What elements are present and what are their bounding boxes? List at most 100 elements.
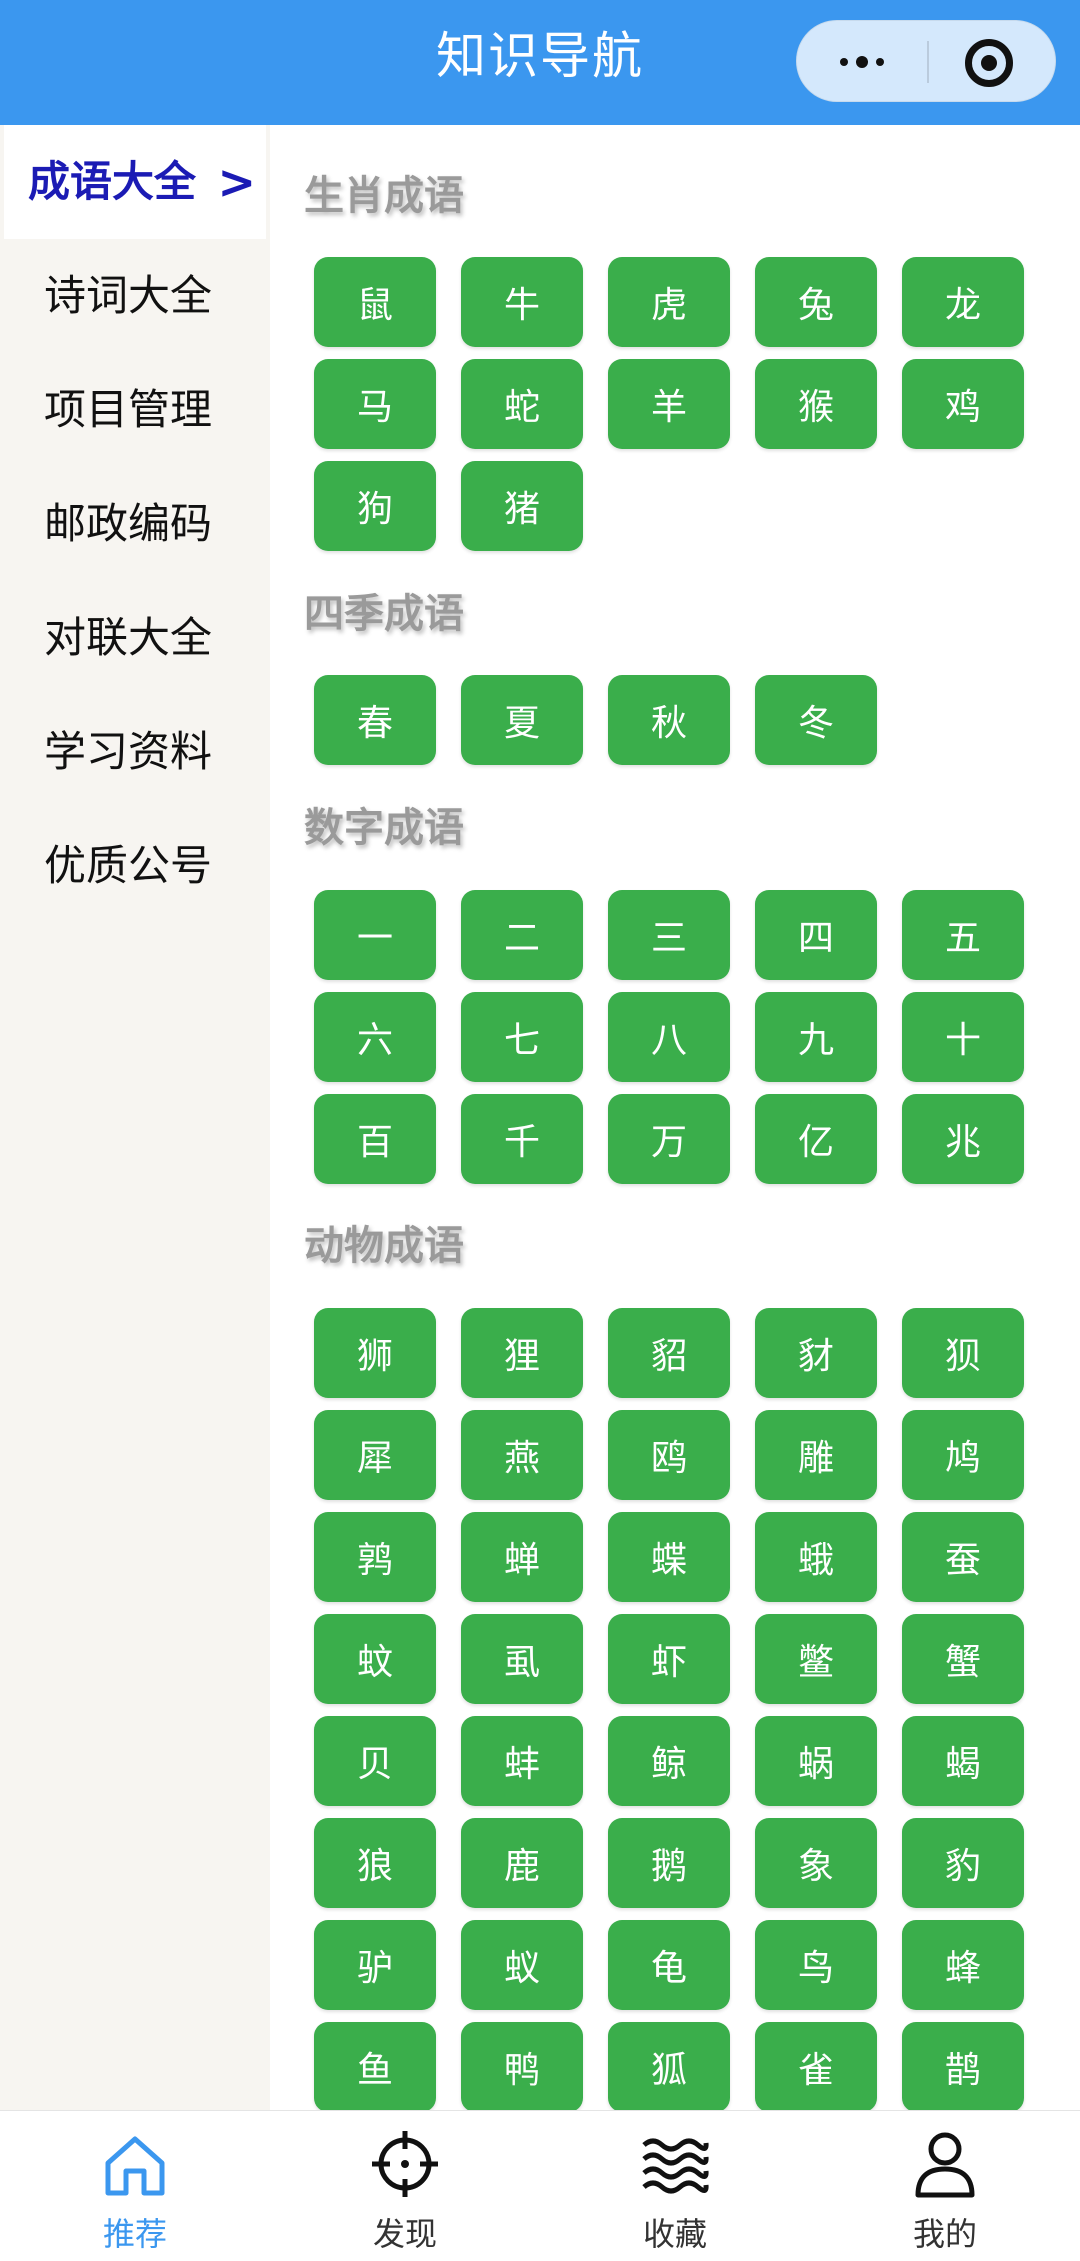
idiom-category-button[interactable]: 龙 (902, 257, 1024, 347)
idiom-category-button[interactable]: 二 (461, 890, 583, 980)
idiom-category-button[interactable]: 鲸 (608, 1716, 730, 1806)
sidebar-item-official-accounts[interactable]: 优质公号 (0, 809, 270, 923)
tab-label: 发现 (372, 2215, 437, 2253)
idiom-category-button[interactable]: 贝 (314, 1716, 436, 1806)
idiom-category-button[interactable]: 鹅 (608, 1818, 730, 1908)
idiom-category-button[interactable]: 鹑 (314, 1512, 436, 1602)
idiom-category-button[interactable]: 蛾 (755, 1512, 877, 1602)
close-miniprogram-icon[interactable] (965, 39, 1013, 87)
idiom-category-button[interactable]: 犀 (314, 1410, 436, 1500)
tab-label: 我的 (912, 2215, 977, 2253)
idiom-category-button[interactable]: 马 (314, 359, 436, 449)
idiom-category-button[interactable]: 狈 (902, 1308, 1024, 1398)
more-options-icon[interactable] (827, 43, 897, 81)
idiom-category-button[interactable]: 鸥 (608, 1410, 730, 1500)
home-icon (105, 2136, 165, 2196)
idiom-category-button[interactable]: 狸 (461, 1308, 583, 1398)
user-icon (915, 2132, 975, 2198)
idiom-category-button[interactable]: 秋 (608, 675, 730, 765)
idiom-category-button[interactable]: 五 (902, 890, 1024, 980)
idiom-category-button[interactable]: 万 (608, 1094, 730, 1184)
sidebar-item-label: 成语大全 (28, 157, 197, 206)
idiom-category-button[interactable]: 四 (755, 890, 877, 980)
idiom-category-button[interactable]: 雀 (755, 2022, 877, 2110)
idiom-category-button[interactable]: 三 (608, 890, 730, 980)
sidebar-item-study-materials[interactable]: 学习资料 (0, 695, 270, 809)
idiom-category-button[interactable]: 狗 (314, 461, 436, 551)
idiom-category-button[interactable]: 龟 (608, 1920, 730, 2010)
idiom-category-button[interactable]: 牛 (461, 257, 583, 347)
sidebar-item-label: 学习资料 (44, 727, 213, 776)
idiom-category-button[interactable]: 九 (755, 992, 877, 1082)
idiom-category-button[interactable]: 猪 (461, 461, 583, 551)
idiom-category-button[interactable]: 十 (902, 992, 1024, 1082)
idiom-category-button[interactable]: 鹊 (902, 2022, 1024, 2110)
idiom-category-button[interactable]: 狐 (608, 2022, 730, 2110)
idiom-category-button[interactable]: 夏 (461, 675, 583, 765)
idiom-category-button[interactable]: 猴 (755, 359, 877, 449)
idiom-category-button[interactable]: 千 (461, 1094, 583, 1184)
idiom-category-button[interactable]: 鱼 (314, 2022, 436, 2110)
idiom-category-button[interactable]: 羊 (608, 359, 730, 449)
idiom-category-button[interactable]: 驴 (314, 1920, 436, 2010)
idiom-category-button[interactable]: 象 (755, 1818, 877, 1908)
idiom-category-button[interactable]: 亿 (755, 1094, 877, 1184)
idiom-category-button[interactable]: 春 (314, 675, 436, 765)
idiom-category-button[interactable]: 蚊 (314, 1614, 436, 1704)
idiom-category-button[interactable]: 鹿 (461, 1818, 583, 1908)
idiom-category-button[interactable]: 虎 (608, 257, 730, 347)
animals-grid: 狮狸貂豺狈犀燕鸥雕鸠鹑蝉蝶蛾蚕蚊虱虾鳖蟹贝蚌鲸蜗蝎狼鹿鹅象豹驴蚁龟鸟蜂鱼鸭狐雀鹊 (314, 1308, 1074, 2110)
sidebar-item-project-management[interactable]: 项目管理 (0, 353, 270, 467)
idiom-category-button[interactable]: 鸭 (461, 2022, 583, 2110)
idiom-category-button[interactable]: 蝎 (902, 1716, 1024, 1806)
tab-recommend[interactable]: 推荐 (0, 2111, 270, 2261)
idiom-category-button[interactable]: 貂 (608, 1308, 730, 1398)
idiom-category-button[interactable]: 八 (608, 992, 730, 1082)
sidebar-item-label: 优质公号 (44, 841, 213, 890)
idiom-category-button[interactable]: 豹 (902, 1818, 1024, 1908)
idiom-category-button[interactable]: 蝉 (461, 1512, 583, 1602)
idiom-category-button[interactable]: 一 (314, 890, 436, 980)
sidebar-item-label: 邮政编码 (44, 499, 213, 548)
idiom-content-panel: 生肖成语 鼠牛虎兔龙马蛇羊猴鸡狗猪 四季成语 春夏秋冬 数字成语 一二三四五六七… (270, 125, 1080, 2110)
idiom-category-button[interactable]: 蟹 (902, 1614, 1024, 1704)
sidebar-item-couplets[interactable]: 对联大全 (0, 581, 270, 695)
idiom-category-button[interactable]: 虱 (461, 1614, 583, 1704)
idiom-category-button[interactable]: 雕 (755, 1410, 877, 1500)
idiom-category-button[interactable]: 狼 (314, 1818, 436, 1908)
idiom-category-button[interactable]: 鼠 (314, 257, 436, 347)
capsule-divider (927, 41, 929, 83)
idiom-category-button[interactable]: 蜗 (755, 1716, 877, 1806)
idiom-category-button[interactable]: 虾 (608, 1614, 730, 1704)
idiom-category-button[interactable]: 蚕 (902, 1512, 1024, 1602)
sidebar-item-label: 诗词大全 (44, 271, 213, 320)
idiom-category-button[interactable]: 燕 (461, 1410, 583, 1500)
idiom-category-button[interactable]: 蜂 (902, 1920, 1024, 2010)
tab-label: 收藏 (642, 2215, 707, 2253)
idiom-category-button[interactable]: 百 (314, 1094, 436, 1184)
idiom-category-button[interactable]: 鸟 (755, 1920, 877, 2010)
sidebar-item-idioms[interactable]: 成语大全 > (4, 125, 266, 239)
section-title-seasons: 四季成语 (304, 591, 464, 637)
idiom-category-button[interactable]: 蛇 (461, 359, 583, 449)
idiom-category-button[interactable]: 鸡 (902, 359, 1024, 449)
idiom-category-button[interactable]: 六 (314, 992, 436, 1082)
idiom-category-button[interactable]: 蝶 (608, 1512, 730, 1602)
idiom-category-button[interactable]: 兔 (755, 257, 877, 347)
tab-mine[interactable]: 我的 (810, 2111, 1080, 2261)
idiom-category-button[interactable]: 兆 (902, 1094, 1024, 1184)
bottom-tab-bar: 推荐 发现 收藏 我的 (0, 2110, 1080, 2261)
idiom-category-button[interactable]: 蚌 (461, 1716, 583, 1806)
idiom-category-button[interactable]: 豺 (755, 1308, 877, 1398)
idiom-category-button[interactable]: 蚁 (461, 1920, 583, 2010)
tab-discover[interactable]: 发现 (270, 2111, 540, 2261)
idiom-category-button[interactable]: 冬 (755, 675, 877, 765)
idiom-category-button[interactable]: 狮 (314, 1308, 436, 1398)
idiom-category-button[interactable]: 七 (461, 992, 583, 1082)
tab-favorites[interactable]: 收藏 (540, 2111, 810, 2261)
idiom-category-button[interactable]: 鸠 (902, 1410, 1024, 1500)
idiom-category-button[interactable]: 鳖 (755, 1614, 877, 1704)
sidebar-item-poetry[interactable]: 诗词大全 (0, 239, 270, 353)
sidebar-item-postal-code[interactable]: 邮政编码 (0, 467, 270, 581)
tab-label: 推荐 (102, 2215, 167, 2253)
